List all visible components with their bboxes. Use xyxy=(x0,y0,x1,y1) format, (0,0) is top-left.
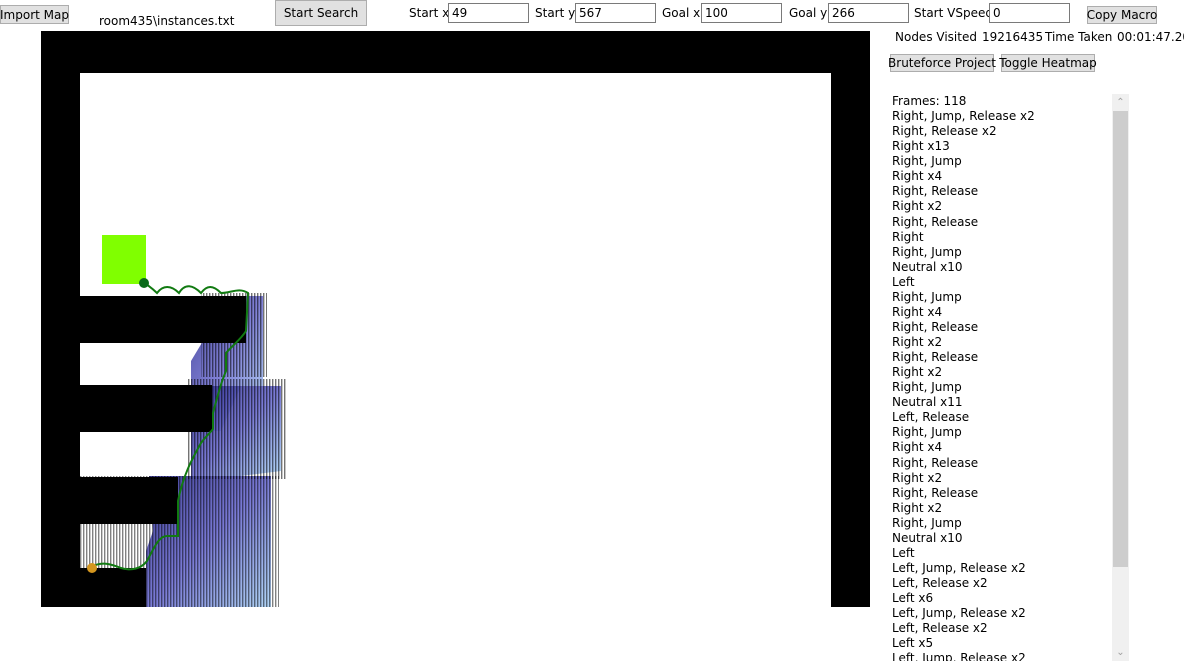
ledge-2 xyxy=(80,385,212,432)
macro-line: Right x2 xyxy=(892,500,943,515)
toggle-heatmap-button[interactable]: Toggle Heatmap xyxy=(999,54,1097,72)
macro-line: Right, Release xyxy=(892,485,979,500)
macro-line: Neutral x10 xyxy=(892,259,963,274)
goal-x-label: Goal x xyxy=(662,6,701,20)
macro-line: Right x2 xyxy=(892,365,943,380)
macro-line: Left xyxy=(892,545,915,560)
macro-line: Left, Release xyxy=(892,410,970,425)
macro-line: Right x2 xyxy=(892,335,943,349)
macro-line: Right, Jump xyxy=(892,289,962,304)
goal-marker xyxy=(139,278,149,288)
macro-line: Right, Jump xyxy=(892,425,962,440)
scroll-thumb[interactable] xyxy=(1113,111,1128,567)
macro-line: Neutral x11 xyxy=(892,395,963,410)
bruteforce-project-button[interactable]: Bruteforce Project xyxy=(888,54,996,72)
wall-right xyxy=(831,31,870,607)
ledge-1 xyxy=(80,296,246,343)
time-taken-value: 00:01:47.20 xyxy=(1117,30,1184,44)
macro-line: Right, Jump xyxy=(892,244,962,259)
nodes-visited-value: 19216435 xyxy=(982,30,1044,44)
macro-line: Left, Release x2 xyxy=(892,621,988,636)
start-x-label: Start x xyxy=(409,6,450,20)
macro-line: Right, Jump xyxy=(892,515,962,530)
goal-x-input[interactable] xyxy=(701,3,782,23)
start-marker xyxy=(87,563,97,573)
copy-macro-button[interactable]: Copy Macro xyxy=(1087,6,1157,24)
macro-line: Right, Jump xyxy=(892,380,962,395)
start-search-button[interactable]: Start Search xyxy=(275,0,367,26)
macro-line: Right x4 xyxy=(892,440,943,455)
macro-line: Right x4 xyxy=(892,304,943,319)
chevron-up-icon[interactable]: ⌃ xyxy=(1112,94,1129,111)
macro-line: Right xyxy=(892,229,924,244)
macro-line: Left xyxy=(892,274,915,289)
goal-y-input[interactable] xyxy=(828,3,909,23)
start-x-input[interactable] xyxy=(448,3,529,23)
macro-line: Neutral x10 xyxy=(892,530,963,545)
macro-line: Right x2 xyxy=(892,470,943,485)
chevron-down-icon[interactable]: ⌄ xyxy=(1112,644,1129,661)
start-y-label: Start y xyxy=(535,6,576,20)
macro-line: Left x5 xyxy=(892,636,934,651)
start-y-input[interactable] xyxy=(575,3,656,23)
macro-line: Right, Release xyxy=(892,455,979,470)
map-canvas[interactable] xyxy=(41,31,870,607)
ledge-4 xyxy=(41,568,146,607)
wall-top xyxy=(41,31,870,73)
wall-left xyxy=(41,31,80,607)
macro-line: Right, Jump, Release x2 xyxy=(892,109,1035,124)
time-taken-label: Time Taken xyxy=(1045,30,1113,44)
macro-line: Right, Jump xyxy=(892,154,962,169)
nodes-visited-label: Nodes Visited xyxy=(895,30,977,44)
import-map-button[interactable]: Import Map xyxy=(0,5,69,24)
goal-block xyxy=(102,235,146,284)
macro-line: Right, Release x2 xyxy=(892,124,997,139)
macro-line: Frames: 118 xyxy=(892,94,967,108)
macro-line: Left, Jump, Release x2 xyxy=(892,560,1026,575)
macro-line: Left, Jump, Release x2 xyxy=(892,651,1026,661)
macro-line: Right, Release xyxy=(892,184,979,199)
macro-line: Right, Release xyxy=(892,214,979,229)
macro-line: Right, Release xyxy=(892,350,979,365)
macro-list[interactable]: Frames: 118 Right, Jump, Release x2 Right,… xyxy=(888,94,1111,661)
start-vspeed-input[interactable] xyxy=(989,3,1070,23)
macro-line: Left x6 xyxy=(892,591,934,606)
start-vspeed-label: Start VSpeed xyxy=(914,6,993,20)
macro-line: Right x2 xyxy=(892,199,943,214)
goal-y-label: Goal y xyxy=(789,6,828,20)
macro-line: Right x13 xyxy=(892,139,950,154)
macro-scrollbar[interactable]: ⌃ ⌄ xyxy=(1112,94,1129,661)
macro-line: Left, Release x2 xyxy=(892,576,988,590)
macro-line: Left, Jump, Release x2 xyxy=(892,606,1026,621)
map-path-label: room435\instances.txt xyxy=(99,14,235,28)
ledge-3 xyxy=(80,477,178,524)
macro-line: Right, Release xyxy=(892,319,979,334)
macro-line: Right x4 xyxy=(892,169,943,184)
